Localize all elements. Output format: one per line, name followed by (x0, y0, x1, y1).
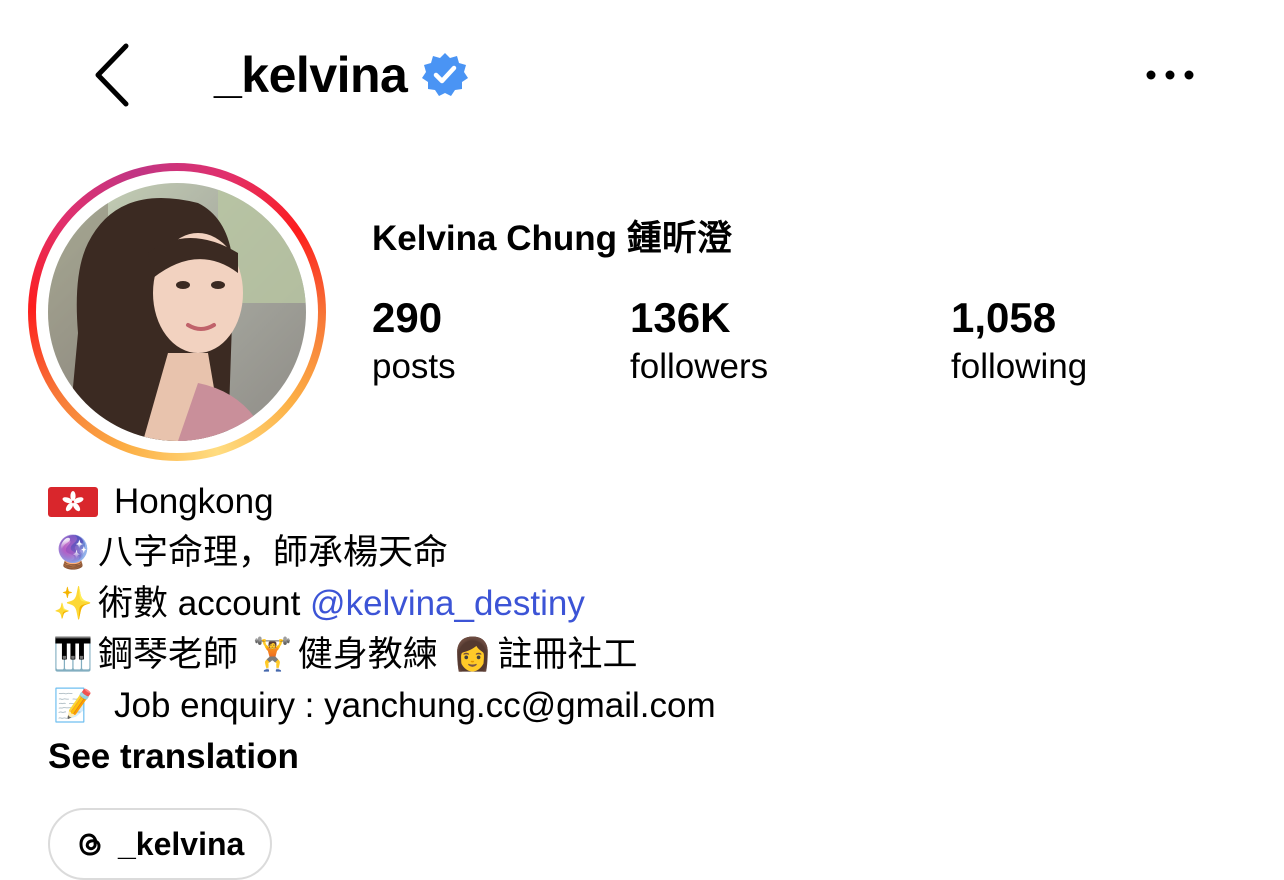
back-button[interactable] (88, 40, 138, 110)
posts-count: 290 (372, 294, 443, 341)
verified-badge-icon (421, 51, 469, 99)
followers-count: 136K (630, 294, 731, 341)
threads-icon (79, 833, 101, 856)
followers-label: followers (630, 347, 769, 386)
posts-label: posts (372, 347, 456, 386)
profile-username: _kelvina (214, 47, 408, 103)
avatar-story-ring[interactable] (28, 163, 326, 461)
bio-contact-text: Job enquiry : yanchung.cc@gmail.com (114, 686, 716, 725)
bio-role-fitness: 健身教練 (297, 635, 448, 674)
bio: Hongkong 🔮 八字命理，師承楊天命 ✨ 術數 account @kelv… (48, 476, 716, 782)
chevron-left-icon (95, 43, 129, 107)
stat-followers[interactable]: 136K followers (630, 293, 768, 391)
bio-line-bazi: 🔮 八字命理，師承楊天命 (48, 527, 716, 578)
display-name: Kelvina Chung 鍾昕澄 (372, 219, 732, 258)
bio-bazi-text: 八字命理，師承楊天命 (98, 533, 449, 572)
bio-role-social-worker: 註冊社工 (497, 635, 638, 674)
stat-following[interactable]: 1,058 following (951, 293, 1087, 391)
memo-icon: 📝 (53, 686, 93, 724)
hong-kong-flag-icon (48, 486, 98, 517)
more-options-button[interactable] (1140, 54, 1200, 96)
see-translation-button[interactable]: See translation (48, 731, 716, 782)
stat-posts[interactable]: 290 posts (372, 293, 456, 391)
following-label: following (951, 347, 1088, 386)
weightlifter-icon: 🏋 (252, 635, 293, 673)
bio-line-account: ✨ 術數 account @kelvina_destiny (48, 578, 716, 629)
threads-link-button[interactable]: _kelvina (48, 808, 273, 880)
bio-line-roles: 🎹 鋼琴老師 🏋 健身教練 👩 註冊社工 (48, 629, 716, 680)
threads-username: _kelvina (118, 825, 245, 862)
avatar[interactable] (48, 183, 306, 441)
following-count: 1,058 (951, 294, 1057, 341)
crystal-ball-icon: 🔮 (53, 533, 93, 571)
bio-line-contact: 📝 Job enquiry : yanchung.cc@gmail.com (48, 680, 716, 731)
profile-photo (48, 183, 306, 441)
piano-keys-icon: 🎹 (53, 635, 93, 673)
bio-account-text: 術數 account (98, 584, 311, 623)
bio-role-piano: 鋼琴老師 (98, 635, 248, 674)
more-icon (1146, 70, 1194, 80)
bio-line-location: Hongkong (48, 476, 716, 527)
bio-mention-link[interactable]: @kelvina_destiny (310, 578, 585, 629)
sparkles-icon: ✨ (53, 584, 93, 622)
bio-location: Hongkong (114, 482, 274, 521)
header-title: _kelvina (214, 40, 469, 110)
woman-icon: 👩 (452, 635, 493, 673)
